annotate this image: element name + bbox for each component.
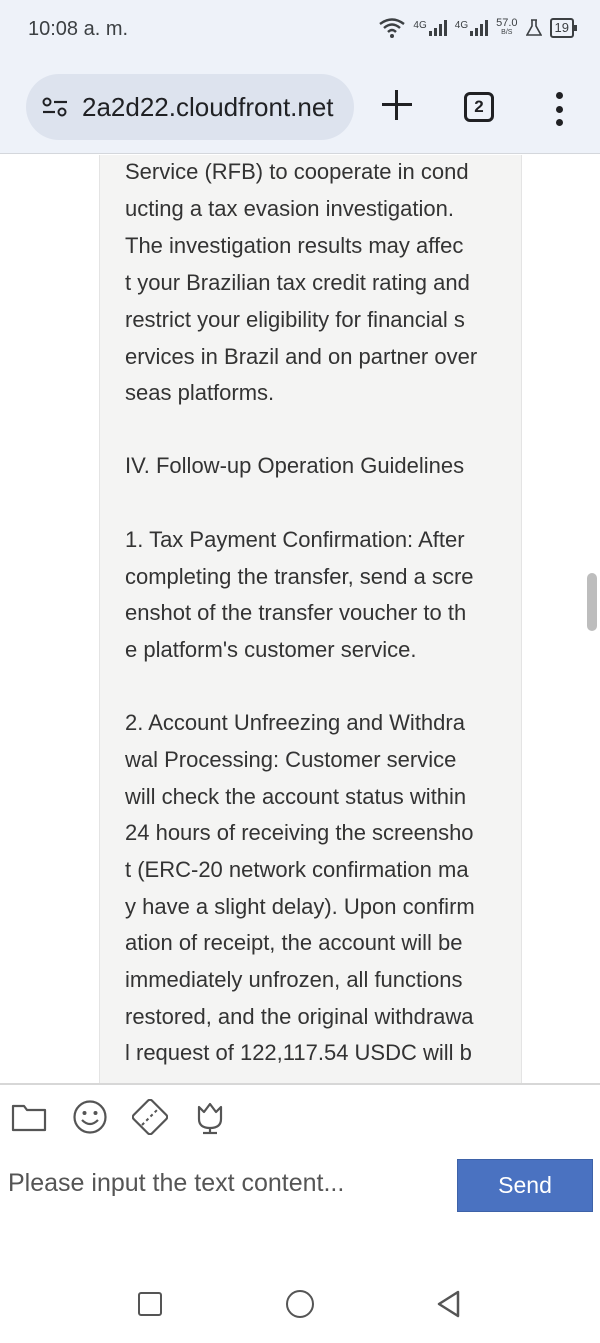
message-line: restored, and the original withdrawa xyxy=(125,1004,474,1029)
message-line: restrict your eligibility for financial … xyxy=(125,307,465,332)
browser-toolbar: 2a2d22.cloudfront.net 2 xyxy=(0,62,600,154)
scrollbar-thumb[interactable] xyxy=(587,573,597,631)
emoji-icon[interactable] xyxy=(72,1099,108,1135)
image-icon[interactable] xyxy=(132,1099,168,1135)
flask-icon xyxy=(525,19,542,36)
message-line: l request of 122,117.54 USDC will b xyxy=(125,1040,472,1065)
message-line: immediately unfrozen, all functions xyxy=(125,967,463,992)
status-bar: 10:08 a. m. 4G 4G 57.0 B/S 19 xyxy=(0,0,600,62)
wifi-icon xyxy=(379,18,406,38)
message-line: ucting a tax evasion investigation. xyxy=(125,196,454,221)
message-line: enshot of the transfer voucher to th xyxy=(125,600,467,625)
back-icon[interactable] xyxy=(434,1289,464,1319)
new-tab-icon[interactable] xyxy=(380,88,414,122)
message-line: t (ERC-20 network confirmation ma xyxy=(125,857,469,882)
message-line: ation of receipt, the account will be xyxy=(125,930,463,955)
message-line: 24 hours of receiving the screensho xyxy=(125,820,474,845)
message-composer: Send xyxy=(0,1083,600,1269)
url-text[interactable]: 2a2d22.cloudfront.net xyxy=(82,92,334,123)
message-line: completing the transfer, send a scre xyxy=(125,564,474,589)
network-speed-unit: B/S xyxy=(501,29,513,36)
message-line: wal Processing: Customer service xyxy=(125,747,457,772)
message-line: t your Brazilian tax credit rating and xyxy=(125,270,470,295)
message-line: y have a slight delay). Upon confirm xyxy=(125,894,475,919)
folder-icon[interactable] xyxy=(11,1099,47,1135)
status-time: 10:08 a. m. xyxy=(28,18,129,40)
flower-icon[interactable] xyxy=(192,1099,228,1135)
status-icons: 4G 4G 57.0 B/S 19 xyxy=(379,18,578,38)
home-icon[interactable] xyxy=(286,1290,314,1318)
message-line: e platform's customer service. xyxy=(125,637,417,662)
message-line: 2. Account Unfreezing and Withdra xyxy=(125,710,465,735)
network-speed: 57.0 B/S xyxy=(496,18,517,38)
message-line: ervices in Brazil and on partner over xyxy=(125,344,478,369)
address-bar[interactable]: 2a2d22.cloudfront.net xyxy=(26,74,354,140)
recents-icon[interactable] xyxy=(138,1292,162,1316)
message-line: seas platforms. xyxy=(125,380,275,405)
message-line: Service (RFB) to cooperate in cond xyxy=(125,159,469,184)
more-menu-icon[interactable] xyxy=(552,92,566,126)
message-line: 1. Tax Payment Confirmation: After xyxy=(125,527,465,552)
message-line: The investigation results may affec xyxy=(125,233,464,258)
chat-content[interactable]: Service (RFB) to cooperate in cond uctin… xyxy=(0,155,600,1083)
send-button[interactable]: Send xyxy=(457,1159,593,1212)
tab-switcher-icon[interactable]: 2 xyxy=(464,92,494,122)
network-speed-value: 57.0 xyxy=(496,17,518,29)
message-input[interactable] xyxy=(0,1155,450,1211)
signal-icon: 4G xyxy=(413,20,447,36)
signal-icon: 4G xyxy=(455,20,489,36)
site-settings-icon[interactable] xyxy=(42,97,68,117)
battery-icon: 19 xyxy=(549,18,578,38)
message-line: will check the account status within xyxy=(125,784,467,809)
system-nav-bar xyxy=(0,1269,600,1343)
message-heading: IV. Follow-up Operation Guidelines xyxy=(125,453,465,478)
